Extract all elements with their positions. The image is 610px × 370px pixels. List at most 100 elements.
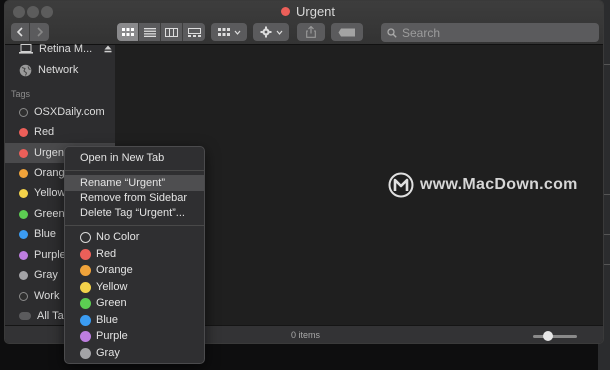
edit-tags-button[interactable] xyxy=(331,23,363,41)
window-title-text: Urgent xyxy=(296,4,336,19)
sidebar-tag-red[interactable]: Red xyxy=(5,122,115,142)
watermark-text: www.MacDown.com xyxy=(420,176,578,193)
sidebar-item-label: Network xyxy=(38,64,79,76)
sidebar-item-label: Green xyxy=(34,208,65,220)
column-view-icon xyxy=(165,27,178,37)
menu-item-label: Yellow xyxy=(96,281,128,293)
menu-item-label: Remove from Sidebar xyxy=(80,192,187,204)
sidebar-item-label: Purple xyxy=(34,249,66,261)
menu-color-purple[interactable]: Purple xyxy=(65,328,204,344)
menu-item-label: Blue xyxy=(96,314,119,326)
group-by-button[interactable] xyxy=(211,23,247,41)
window-title: Urgent xyxy=(281,4,335,19)
menu-color-red[interactable]: Red xyxy=(65,246,204,262)
menu-item-label: Purple xyxy=(96,330,128,342)
menu-item-label: Rename “Urgent” xyxy=(80,177,165,189)
chevron-down-icon xyxy=(276,30,282,35)
menu-item-label: Orange xyxy=(96,264,133,276)
list-view-icon xyxy=(143,27,156,37)
sidebar-item-label: Yellow xyxy=(34,187,66,199)
chevron-left-icon xyxy=(16,27,23,37)
icon-view-button[interactable] xyxy=(117,23,139,41)
sidebar-item-retina[interactable]: Retina M... xyxy=(5,39,115,59)
sidebar-item-label: OSXDaily.com xyxy=(34,106,105,118)
gallery-view-icon xyxy=(187,27,201,37)
no-color-circle-icon xyxy=(80,231,91,243)
tag-color-dot xyxy=(19,188,28,198)
search-input[interactable] xyxy=(402,25,582,40)
menu-item-label: Red xyxy=(96,248,117,260)
menu-item-open-in-new-tab[interactable]: Open in New Tab xyxy=(65,150,204,166)
gear-icon xyxy=(260,26,271,38)
chevron-right-icon xyxy=(36,27,43,37)
chevron-down-icon xyxy=(234,30,240,35)
menu-item-label: Open in New Tab xyxy=(80,152,165,164)
menu-color-blue[interactable]: Blue xyxy=(65,312,204,328)
tag-color-dot xyxy=(19,168,28,178)
purple-dot-icon xyxy=(80,330,91,342)
context-menu: Open in New Tab Rename “Urgent” Remove f… xyxy=(64,146,205,364)
menu-separator xyxy=(65,225,204,226)
sidebar-item-label: Red xyxy=(34,126,55,138)
menu-color-orange[interactable]: Orange xyxy=(65,262,204,278)
sidebar-item-label: Work xyxy=(34,290,60,302)
zoom-window-button[interactable] xyxy=(41,6,53,18)
yellow-dot-icon xyxy=(80,281,91,293)
tag-color-dot xyxy=(19,148,28,158)
tag-color-dot xyxy=(19,270,28,280)
icon-view-icon xyxy=(121,27,134,36)
tag-color-dot xyxy=(19,291,28,301)
menu-item-label: No Color xyxy=(96,231,140,243)
tag-color-dot xyxy=(19,250,28,260)
tag-color-dot xyxy=(19,107,28,117)
close-window-button[interactable] xyxy=(13,6,25,18)
tag-color-dot xyxy=(19,229,28,239)
search-field[interactable] xyxy=(381,23,599,42)
menu-color-no-color[interactable]: No Color xyxy=(65,229,204,245)
menu-color-gray[interactable]: Gray xyxy=(65,345,204,361)
sidebar-item-label: Blue xyxy=(34,228,57,240)
share-icon xyxy=(306,26,316,38)
share-button[interactable] xyxy=(297,23,325,41)
network-globe-icon xyxy=(19,64,32,76)
list-view-button[interactable] xyxy=(139,23,161,41)
menu-color-green[interactable]: Green xyxy=(65,295,204,311)
eject-icon[interactable] xyxy=(104,45,112,53)
sidebar-item-label: Gray xyxy=(34,269,58,281)
view-mode-selector xyxy=(117,23,205,41)
menu-item-delete-tag[interactable]: Delete Tag “Urgent”... xyxy=(65,205,204,221)
blue-dot-icon xyxy=(80,314,91,326)
menu-item-rename[interactable]: Rename “Urgent” xyxy=(65,175,204,191)
tag-color-dot xyxy=(19,127,28,137)
action-menu-button[interactable] xyxy=(253,23,289,41)
item-count: 0 items xyxy=(291,330,321,340)
sidebar-item-label: Urgent xyxy=(34,147,68,159)
minimize-window-button[interactable] xyxy=(27,6,39,18)
menu-item-label: Green xyxy=(96,297,127,309)
menu-item-label: Delete Tag “Urgent”... xyxy=(80,207,185,219)
red-dot-icon xyxy=(80,248,91,260)
menu-item-remove-from-sidebar[interactable]: Remove from Sidebar xyxy=(65,190,204,206)
menu-item-label: Gray xyxy=(96,347,120,359)
tag-icon xyxy=(338,28,355,36)
search-icon xyxy=(387,27,397,38)
sidebar-tag-osxdaily[interactable]: OSXDaily.com xyxy=(5,102,115,122)
all-tags-icon xyxy=(19,312,31,320)
macdown-logo-icon xyxy=(388,172,414,198)
green-dot-icon xyxy=(80,297,91,309)
tag-color-dot xyxy=(19,209,28,219)
gallery-view-button[interactable] xyxy=(183,23,205,41)
group-by-icon xyxy=(217,27,230,36)
column-view-button[interactable] xyxy=(161,23,183,41)
menu-separator xyxy=(65,170,204,171)
menu-color-yellow[interactable]: Yellow xyxy=(65,279,204,295)
sidebar-item-network[interactable]: Network xyxy=(5,60,115,80)
sidebar-item-label: Retina M... xyxy=(39,43,93,55)
icon-size-slider[interactable] xyxy=(533,335,577,338)
tag-color-dot xyxy=(281,7,290,16)
laptop-icon xyxy=(19,44,33,54)
orange-dot-icon xyxy=(80,264,91,276)
tags-section-header: Tags xyxy=(11,89,31,99)
icon-size-slider-knob[interactable] xyxy=(543,331,553,341)
watermark: www.MacDown.com xyxy=(388,172,578,198)
